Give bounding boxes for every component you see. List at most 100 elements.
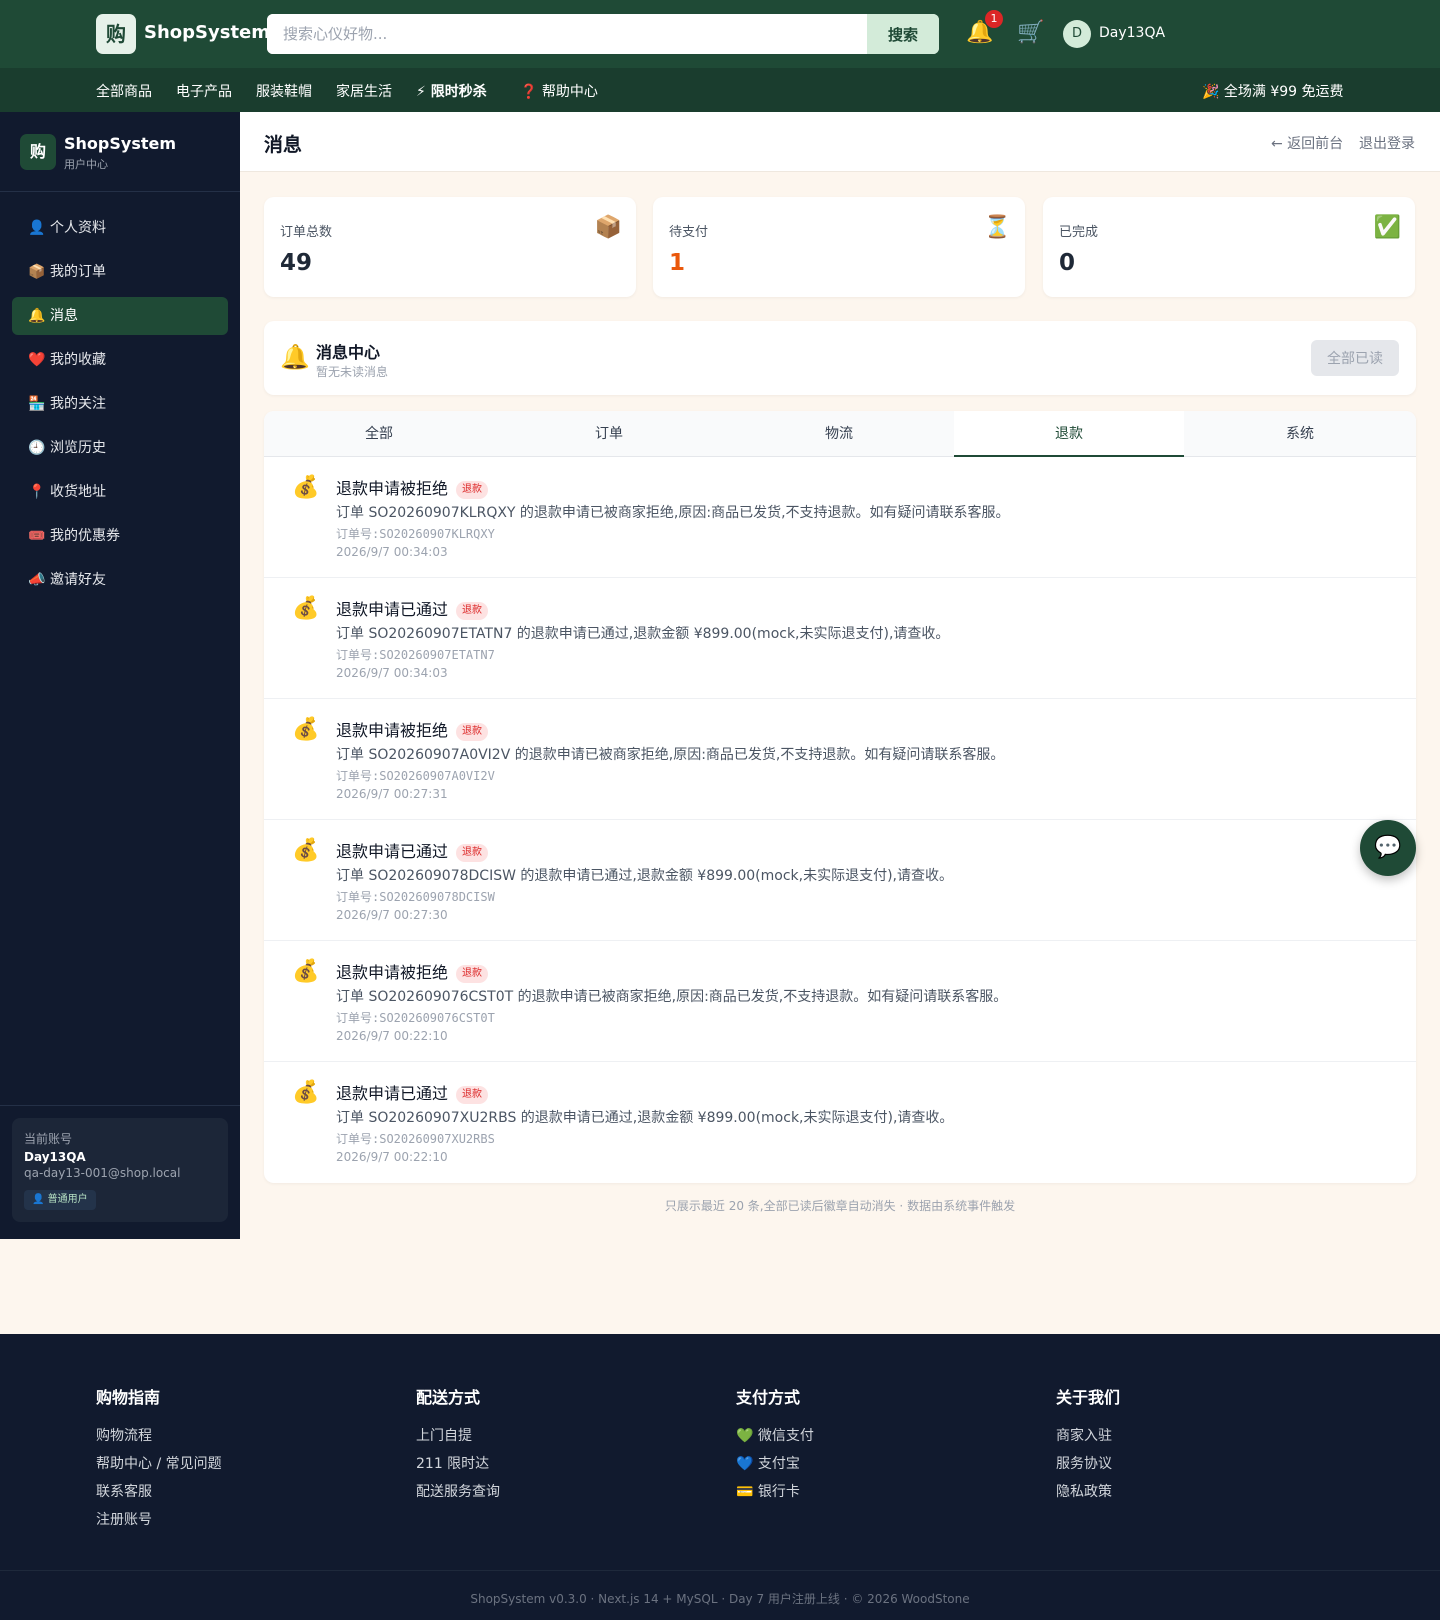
store-icon: 🏪 <box>28 396 46 412</box>
nav-item-electronics[interactable]: 电子产品 <box>176 81 232 101</box>
refund-tag: 退款 <box>456 965 489 983</box>
bell-icon: 🔔 <box>280 343 310 371</box>
tab-refunds[interactable]: 退款 <box>954 411 1184 457</box>
search-button[interactable]: 搜索 <box>867 14 939 54</box>
nav-item-help[interactable]: ❓ 帮助中心 <box>520 81 598 101</box>
username[interactable]: Day13QA <box>1099 25 1165 41</box>
footer-link[interactable]: 💚 微信支付 <box>736 1422 1036 1450</box>
hourglass-icon: ⏳ <box>983 215 1011 240</box>
sidebar-item-orders[interactable]: 📦 我的订单 <box>12 253 228 291</box>
timestamp: 2026/9/7 00:22:10 <box>336 1150 448 1164</box>
location-pin-icon: 📍 <box>28 484 46 500</box>
list-item[interactable]: 💰 退款申请已通过 退款 订单 SO20260907ETATN7 的退款申请已通过… <box>264 578 1416 699</box>
nav-item-home[interactable]: 家居生活 <box>336 81 392 101</box>
cart-icon[interactable]: 🛒 <box>1017 20 1044 45</box>
user-icon: 👤 <box>28 220 46 236</box>
logo[interactable]: 购 <box>96 14 136 54</box>
ticket-icon: 🎟️ <box>28 528 46 544</box>
logout-link[interactable]: 退出登录 <box>1359 133 1415 153</box>
sidebar-item-label: 浏览历史 <box>50 440 106 456</box>
sidebar-item-history[interactable]: 🕘 浏览历史 <box>12 429 228 467</box>
footer-link[interactable]: 隐私政策 <box>1056 1478 1356 1506</box>
sidebar-item-addresses[interactable]: 📍 收货地址 <box>12 473 228 511</box>
nav-item-flash-sale[interactable]: ⚡ 限时秒杀 <box>416 81 487 101</box>
account-name: Day13QA <box>24 1150 86 1164</box>
sidebar-item-coupons[interactable]: 🎟️ 我的优惠券 <box>12 517 228 555</box>
footer-link[interactable]: 服务协议 <box>1056 1450 1356 1478</box>
refund-tag: 退款 <box>456 602 489 620</box>
order-number: 订单号:SO20260907A0VI2V <box>336 769 495 783</box>
nav-item-clothing[interactable]: 服装鞋帽 <box>256 81 312 101</box>
account-label: 当前账号 <box>24 1132 73 1146</box>
message-body: 订单 SO202609078DCISW 的退款申请已通过,退款金额 ¥899.0… <box>336 868 954 884</box>
timestamp: 2026/9/7 00:27:30 <box>336 908 448 922</box>
footer-link[interactable]: 联系客服 <box>96 1478 396 1506</box>
sidebar: 购 ShopSystem 用户中心 👤 个人资料 📦 我的订单 🔔 消息 ❤️ 我的收藏… <box>0 112 240 1239</box>
footer-link[interactable]: 购物流程 <box>96 1422 396 1450</box>
money-bag-icon: 💰 <box>292 717 320 742</box>
footer-column-title: 关于我们 <box>1056 1388 1121 1407</box>
chat-bubble-icon[interactable]: 💬 <box>1360 820 1416 876</box>
order-number: 订单号:SO202609076CST0T <box>336 1011 495 1025</box>
order-number: 订单号:SO20260907KLRQXY <box>336 527 495 541</box>
sidebar-item-invite[interactable]: 📣 邀请好友 <box>12 561 228 599</box>
nav-item-all[interactable]: 全部商品 <box>96 81 152 101</box>
notification-count-badge: 1 <box>985 10 1003 28</box>
message-title: 退款申请被拒绝 退款 <box>336 959 489 983</box>
money-bag-icon: 💰 <box>292 838 320 863</box>
sidebar-item-label: 邀请好友 <box>50 572 106 588</box>
list-item[interactable]: 💰 退款申请被拒绝 退款 订单 SO20260907A0VI2V 的退款申请已被商… <box>264 699 1416 820</box>
stat-label: 已完成 <box>1059 225 1099 240</box>
message-list: 全部 订单 物流 退款 系统 💰 退款申请被拒绝 退款 订单 SO20260907… <box>264 411 1416 1183</box>
message-body: 订单 SO20260907XU2RBS 的退款申请已通过,退款金额 ¥899.0… <box>336 1110 954 1126</box>
sidebar-item-label: 个人资料 <box>50 220 106 236</box>
footer-link[interactable]: 配送服务查询 <box>416 1478 716 1506</box>
check-mark-icon: ✅ <box>1373 215 1401 240</box>
footer-column-title: 购物指南 <box>96 1388 161 1407</box>
money-bag-icon: 💰 <box>292 959 320 984</box>
timestamp: 2026/9/7 00:22:10 <box>336 1029 448 1043</box>
footer-link[interactable]: 💙 支付宝 <box>736 1450 1036 1478</box>
sidebar-item-following[interactable]: 🏪 我的关注 <box>12 385 228 423</box>
list-item[interactable]: 💰 退款申请被拒绝 退款 订单 SO202609076CST0T 的退款申请已被商… <box>264 941 1416 1062</box>
message-body: 订单 SO202609076CST0T 的退款申请已被商家拒绝,原因:商品已发货… <box>336 989 1008 1005</box>
tab-system[interactable]: 系统 <box>1185 411 1415 457</box>
message-title: 退款申请已通过 退款 <box>336 596 489 620</box>
sidebar-item-profile[interactable]: 👤 个人资料 <box>12 209 228 247</box>
account-email: qa-day13-001@shop.local <box>24 1166 181 1180</box>
stat-card-pending-payment: 待支付 1 ⏳ <box>653 197 1025 297</box>
footer-link[interactable]: 211 限时达 <box>416 1450 716 1478</box>
category-nav: 全部商品 电子产品 服装鞋帽 家居生活 ⚡ 限时秒杀 ❓ 帮助中心 🎉 全场满 … <box>0 68 1440 112</box>
stat-card-total-orders: 订单总数 49 📦 <box>264 197 636 297</box>
sidebar-item-favorites[interactable]: ❤️ 我的收藏 <box>12 341 228 379</box>
sidebar-item-messages[interactable]: 🔔 消息 <box>12 297 228 335</box>
back-to-store-link[interactable]: ← 返回前台 <box>1271 133 1343 153</box>
message-body: 订单 SO20260907A0VI2V 的退款申请已被商家拒绝,原因:商品已发货… <box>336 747 1005 763</box>
sidebar-logo: 购 <box>20 134 56 170</box>
mark-all-read-button[interactable]: 全部已读 <box>1311 340 1399 376</box>
role-badge: 👤 普通用户 <box>24 1190 96 1210</box>
search-input[interactable] <box>267 14 867 54</box>
footer-link[interactable]: 商家入驻 <box>1056 1422 1356 1450</box>
message-title-text: 退款申请被拒绝 <box>336 479 449 498</box>
tab-logistics[interactable]: 物流 <box>724 411 954 457</box>
footer-link[interactable]: 注册账号 <box>96 1506 396 1534</box>
page-header: 消息 ← 返回前台 退出登录 <box>240 112 1440 172</box>
tab-orders[interactable]: 订单 <box>494 411 724 457</box>
list-item[interactable]: 💰 退款申请被拒绝 退款 订单 SO20260907KLRQXY 的退款申请已被商… <box>264 457 1416 578</box>
heart-icon: ❤️ <box>28 352 46 368</box>
footer-link[interactable]: 上门自提 <box>416 1422 716 1450</box>
package-icon: 📦 <box>28 264 46 280</box>
footer-column-title: 支付方式 <box>736 1388 801 1407</box>
list-item[interactable]: 💰 退款申请已通过 退款 订单 SO20260907XU2RBS 的退款申请已通过… <box>264 1062 1416 1183</box>
tab-all[interactable]: 全部 <box>264 411 494 457</box>
list-footer-note: 只展示最近 20 条,全部已读后徽章自动消失 · 数据由系统事件触发 <box>664 1199 1016 1213</box>
footer-column-shopping-guide: 购物指南 购物流程 帮助中心 / 常见问题 联系客服 注册账号 <box>96 1384 396 1534</box>
list-item[interactable]: 💰 退款申请已通过 退款 订单 SO202609078DCISW 的退款申请已通过… <box>264 820 1416 941</box>
footer-link[interactable]: 💳 银行卡 <box>736 1478 1036 1506</box>
footer-link[interactable]: 帮助中心 / 常见问题 <box>96 1450 396 1478</box>
stat-value: 0 <box>1059 250 1076 276</box>
avatar[interactable]: D <box>1063 20 1091 48</box>
message-center-title: 消息中心 <box>316 343 381 362</box>
brand-name[interactable]: ShopSystem <box>144 22 270 43</box>
